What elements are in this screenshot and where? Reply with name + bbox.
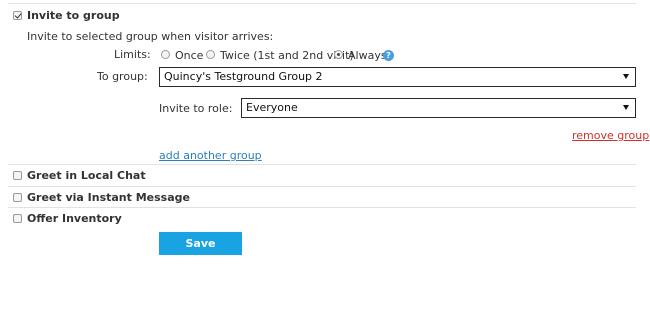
- greet-instant-message-checkbox[interactable]: [13, 193, 22, 202]
- divider: [8, 164, 636, 165]
- group-select[interactable]: Quincy's Testground Group 2: [159, 67, 636, 87]
- role-select[interactable]: Everyone: [241, 98, 636, 118]
- role-label: Invite to role:: [159, 102, 233, 115]
- to-group-label: To group:: [97, 70, 148, 83]
- limit-always-label: Always: [348, 49, 387, 62]
- greet-local-chat-label: Greet in Local Chat: [27, 169, 146, 182]
- chevron-down-icon: [623, 74, 629, 79]
- question-circle-icon[interactable]: ?: [383, 50, 394, 61]
- invite-description: Invite to selected group when visitor ar…: [27, 30, 274, 43]
- limit-always-radio[interactable]: [334, 50, 343, 59]
- invite-to-group-checkbox[interactable]: [13, 11, 22, 20]
- limit-twice-radio[interactable]: [206, 50, 215, 59]
- top-divider: [8, 3, 636, 4]
- save-settings-button[interactable]: Save settings: [159, 232, 242, 273]
- greet-instant-message-label: Greet via Instant Message: [27, 191, 190, 204]
- offer-inventory-checkbox[interactable]: [13, 214, 22, 223]
- divider: [8, 207, 636, 208]
- invite-to-group-label: Invite to group: [27, 9, 120, 22]
- add-another-group-link[interactable]: add another group: [159, 149, 262, 162]
- limit-once-radio[interactable]: [161, 50, 170, 59]
- role-select-value: Everyone: [246, 101, 298, 114]
- divider: [8, 186, 636, 187]
- chevron-down-icon: [623, 105, 629, 110]
- group-select-value: Quincy's Testground Group 2: [164, 70, 323, 83]
- limit-once-label: Once: [175, 49, 204, 62]
- remove-group-link[interactable]: remove group: [572, 129, 649, 142]
- greet-local-chat-checkbox[interactable]: [13, 171, 22, 180]
- offer-inventory-label: Offer Inventory: [27, 212, 122, 225]
- limits-label: Limits:: [114, 48, 151, 61]
